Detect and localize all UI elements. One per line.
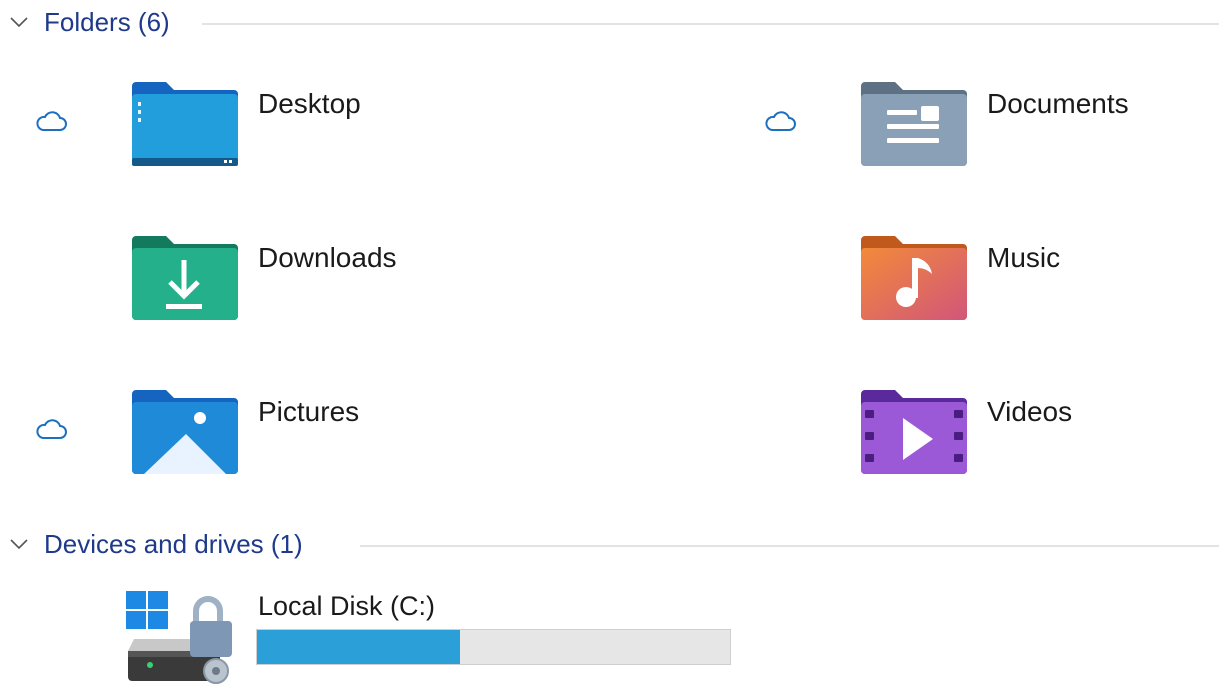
folder-name: Pictures	[258, 396, 360, 427]
drive-usage-bar	[256, 629, 731, 665]
folder-tile-desktop[interactable]: Desktop	[0, 80, 600, 190]
folders-group-header[interactable]: Folders (6)	[0, 2, 1219, 42]
folder-name: Downloads	[258, 242, 397, 273]
drive-name: Local Disk (C:)	[258, 591, 436, 621]
pictures-folder-icon	[132, 390, 238, 474]
folder-tile-music[interactable]: Music	[729, 234, 1219, 344]
downloads-folder-icon	[132, 236, 238, 320]
chevron-down-icon[interactable]	[8, 536, 30, 552]
devices-group-title: Devices and drives (1)	[44, 529, 303, 559]
folders-group-title: Folders (6)	[44, 7, 170, 37]
documents-folder-icon	[861, 82, 967, 166]
locked-windows-drive-icon	[126, 591, 232, 684]
folder-tile-videos[interactable]: Videos	[729, 388, 1219, 498]
folder-name: Documents	[987, 88, 1129, 119]
cloud-sync-icon	[36, 419, 67, 439]
folder-name: Desktop	[258, 88, 361, 119]
folder-name: Videos	[987, 396, 1073, 427]
chevron-down-icon[interactable]	[8, 14, 30, 30]
drive-tile-local-disk[interactable]: Local Disk (C:)	[0, 585, 1219, 688]
cloud-sync-icon	[765, 111, 796, 131]
folder-tile-documents[interactable]: Documents	[729, 80, 1219, 190]
drive-usage-fill	[257, 630, 461, 664]
devices-group-header[interactable]: Devices and drives (1)	[0, 524, 1219, 564]
videos-folder-icon	[861, 390, 967, 474]
desktop-folder-icon	[132, 82, 238, 166]
music-folder-icon	[861, 236, 967, 320]
group-divider	[202, 23, 1219, 25]
folder-tile-downloads[interactable]: Downloads	[0, 234, 600, 344]
cloud-sync-icon	[36, 111, 67, 131]
group-divider	[360, 545, 1219, 547]
folder-tile-pictures[interactable]: Pictures	[0, 388, 600, 498]
folder-name: Music	[987, 242, 1061, 273]
